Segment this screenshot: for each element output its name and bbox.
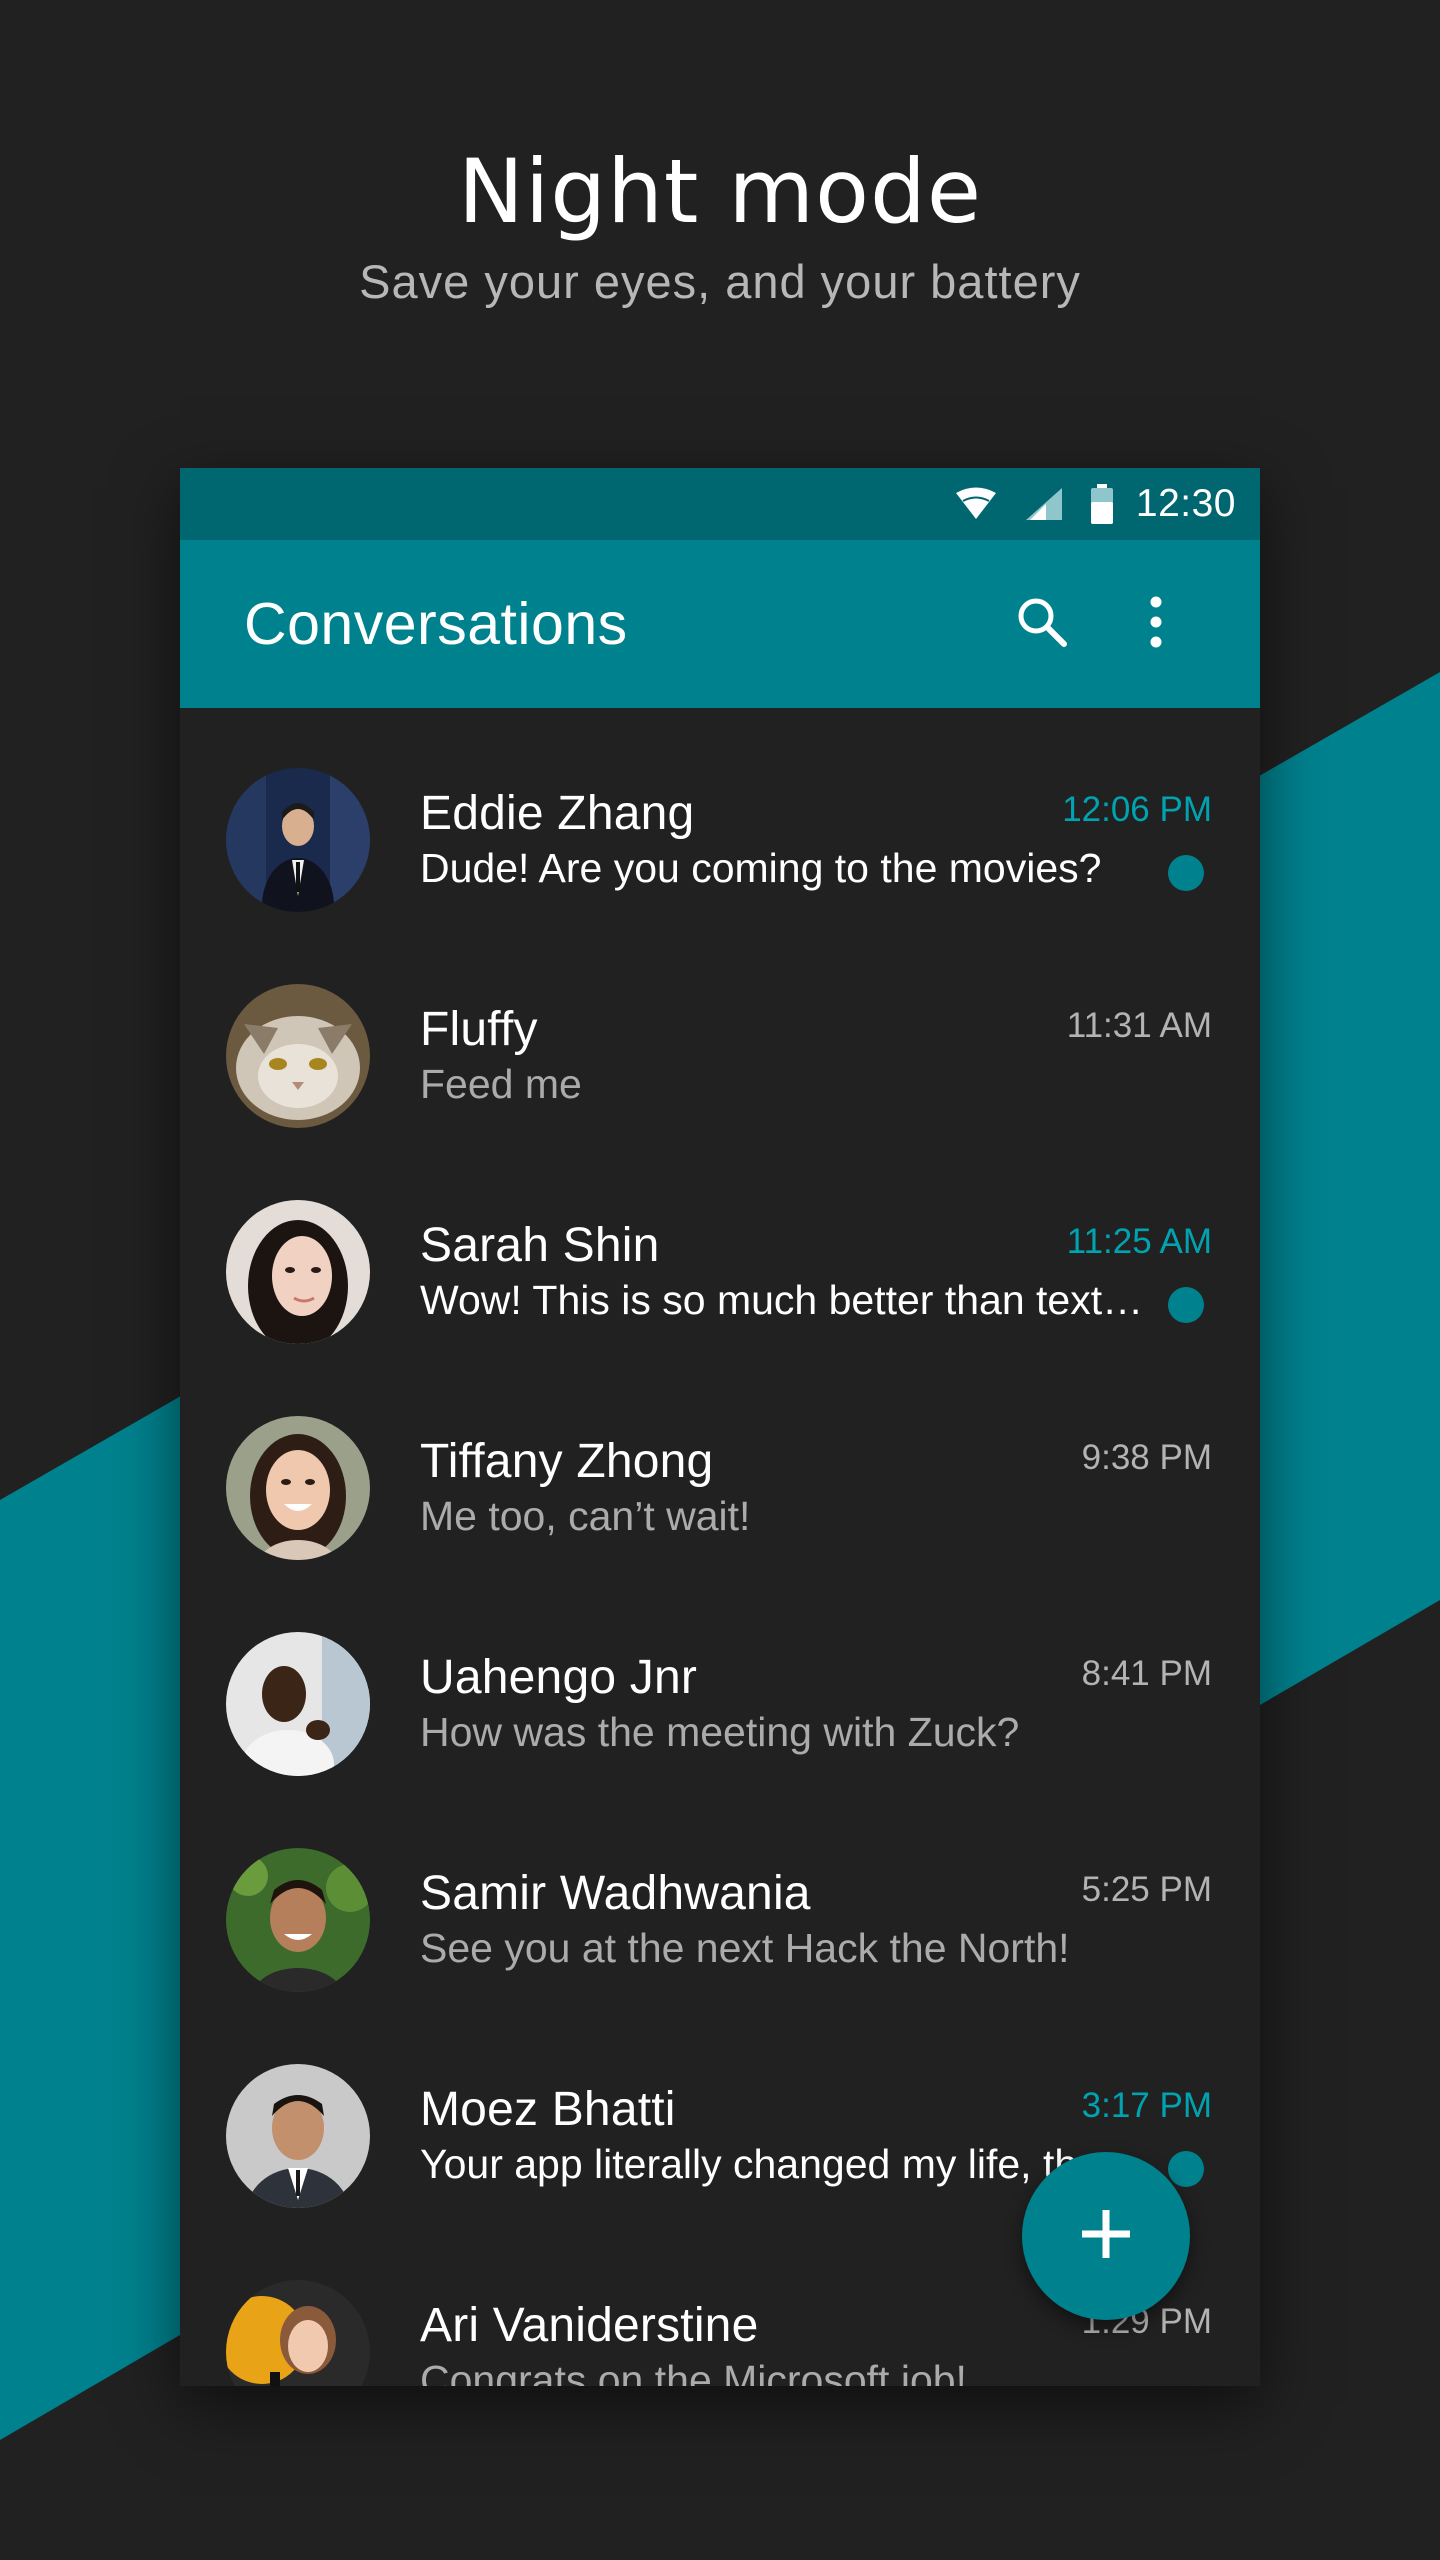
message-snippet: Dude! Are you coming to the movies? xyxy=(420,845,1102,891)
message-snippet: Your app literally changed my life, th xyxy=(420,2141,1078,2187)
conversation-row[interactable]: Eddie Zhang 12:06 PM Dude! Are you comin… xyxy=(180,708,1260,924)
conversation-row[interactable]: Fluffy 11:31 AM Feed me xyxy=(180,924,1260,1140)
message-snippet: Congrats on the Microsoft job! xyxy=(420,2357,967,2386)
more-vert-icon xyxy=(1146,592,1166,657)
phone-screen: 12:30 Conversations Eddie Zhang 12:06 PM… xyxy=(180,468,1260,2386)
conversation-row[interactable]: Samir Wadhwania 5:25 PM See you at the n… xyxy=(180,1788,1260,2004)
contact-name: Tiffany Zhong xyxy=(420,1435,714,1488)
message-snippet: Feed me xyxy=(420,1061,582,1107)
battery-icon xyxy=(1090,484,1114,524)
unread-indicator xyxy=(1168,855,1204,891)
conversation-row[interactable]: Uahengo Jnr 8:41 PM How was the meeting … xyxy=(180,1572,1260,1788)
message-time: 11:25 AM xyxy=(1066,1222,1212,1261)
conversation-row[interactable]: Tiffany Zhong 9:38 PM Me too, can’t wait… xyxy=(180,1356,1260,1572)
message-snippet: How was the meeting with Zuck? xyxy=(420,1709,1020,1755)
conversation-row[interactable]: Sarah Shin 11:25 AM Wow! This is so much… xyxy=(180,1140,1260,1356)
cell-signal-icon xyxy=(1024,486,1064,522)
search-button[interactable] xyxy=(1002,584,1082,664)
avatar xyxy=(226,1416,370,1560)
avatar xyxy=(226,984,370,1128)
message-time: 9:38 PM xyxy=(1081,1438,1212,1477)
promo-subtitle: Save your eyes, and your battery xyxy=(359,255,1081,308)
toolbar-title: Conversations xyxy=(244,591,628,657)
message-snippet: Me too, can’t wait! xyxy=(420,1493,751,1539)
avatar xyxy=(226,1848,370,1992)
contact-name: Ari Vaniderstine xyxy=(420,2299,759,2352)
contact-name: Fluffy xyxy=(420,1003,538,1056)
contact-name: Moez Bhatti xyxy=(420,2083,676,2136)
avatar xyxy=(226,2280,370,2386)
contact-name: Eddie Zhang xyxy=(420,787,695,840)
avatar xyxy=(226,2064,370,2208)
status-bar: 12:30 xyxy=(180,468,1260,540)
overflow-menu-button[interactable] xyxy=(1116,584,1196,664)
message-time: 11:31 AM xyxy=(1066,1006,1212,1045)
contact-name: Sarah Shin xyxy=(420,1219,660,1272)
plus-icon xyxy=(1078,2206,1134,2267)
message-snippet: See you at the next Hack the North! xyxy=(420,1925,1070,1971)
message-time: 3:17 PM xyxy=(1081,2086,1212,2125)
compose-button[interactable] xyxy=(1022,2152,1190,2320)
message-time: 8:41 PM xyxy=(1081,1654,1212,1693)
message-snippet: Wow! This is so much better than text… xyxy=(420,1277,1144,1323)
unread-indicator xyxy=(1168,1287,1204,1323)
conversation-list: Eddie Zhang 12:06 PM Dude! Are you comin… xyxy=(180,708,1260,2386)
message-time: 5:25 PM xyxy=(1081,1870,1212,1909)
wifi-icon xyxy=(954,486,998,522)
contact-name: Uahengo Jnr xyxy=(420,1651,698,1704)
avatar xyxy=(226,1200,370,1344)
contact-name: Samir Wadhwania xyxy=(420,1867,811,1920)
message-time: 12:06 PM xyxy=(1062,790,1212,829)
app-toolbar: Conversations xyxy=(180,540,1260,708)
avatar xyxy=(226,1632,370,1776)
unread-indicator xyxy=(1168,2151,1204,2187)
status-time: 12:30 xyxy=(1135,482,1236,525)
promo-title: Night mode xyxy=(458,140,982,243)
search-icon xyxy=(1012,592,1072,657)
avatar xyxy=(226,768,370,912)
